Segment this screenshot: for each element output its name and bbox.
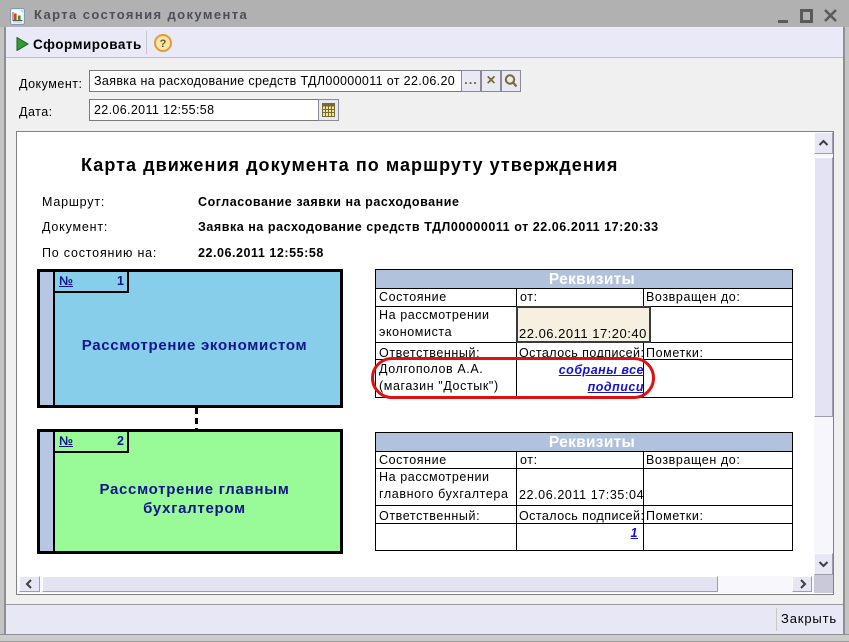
svg-text:?: ? (160, 38, 167, 50)
